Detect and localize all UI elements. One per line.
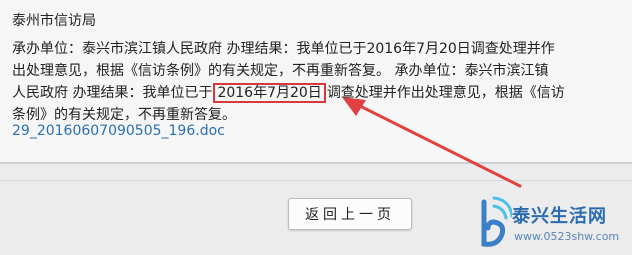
attachment-link[interactable]: 29_20160607090505_196.doc [12,123,225,139]
content-panel: 泰州市信访局 承办单位：泰兴市滨江镇人民政府 办理结果：我单位已于2016年7月… [0,0,632,164]
result-text: 承办单位：泰兴市滨江镇人民政府 办理结果：我单位已于2016年7月20日调查处理… [12,38,632,126]
result-line-1: 承办单位：泰兴市滨江镇人民政府 办理结果：我单位已于2016年7月20日调查处理… [12,38,632,60]
highlighted-date: 2016年7月20日 [213,83,326,103]
divider [0,180,632,181]
watermark-url: www.0523shw.com [514,230,620,243]
watermark-title: 泰兴生活网 [512,206,607,227]
result-line-2-text: 出处理意见，根据《信访条例》的有关规定，不再重新答复。 承办单位：泰兴市滨江镇 [12,63,549,79]
result-line-1-text: 承办单位：泰兴市滨江镇人民政府 办理结果：我单位已于2016年7月20日调查处理… [12,41,555,57]
result-line-3: 人民政府 办理结果：我单位已于 2016年7月20日 调查处理并作出处理意见，根据《… [12,82,632,104]
result-line-2: 出处理意见，根据《信访条例》的有关规定，不再重新答复。 承办单位：泰兴市滨江镇 [12,60,632,82]
back-button[interactable]: 返回上一页 [288,198,412,230]
result-line-4-text: 条例》的有关规定，不再重新答复。 [12,107,236,123]
result-line-3-pre: 人民政府 办理结果：我单位已于 [12,85,213,101]
agency-name: 泰州市信访局 [12,13,96,29]
wifi-b-logo-icon [481,196,512,247]
result-line-3-post: 调查处理并作出处理意见，根据《信访 [326,85,565,101]
site-watermark: 泰兴生活网 www.0523shw.com [476,192,632,255]
